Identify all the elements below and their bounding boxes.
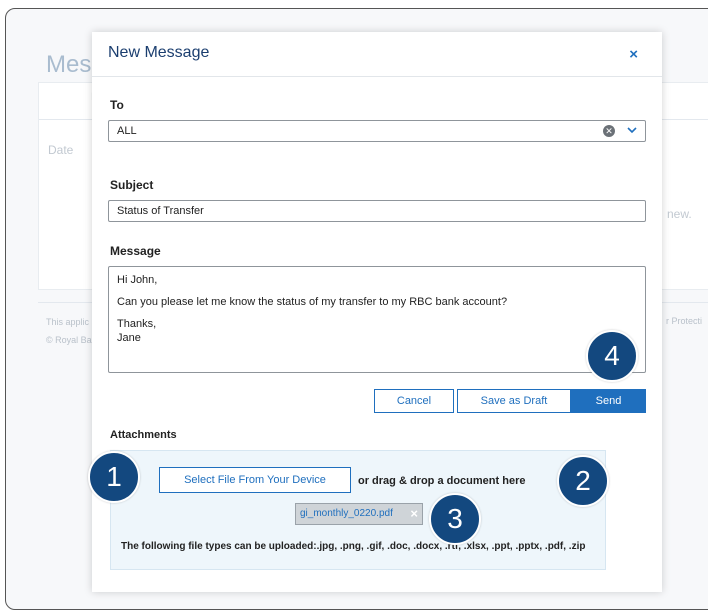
dialog-title: New Message	[108, 44, 210, 61]
dialog-header: New Message ×	[92, 32, 662, 77]
send-button[interactable]: Send	[571, 389, 646, 413]
attachment-dropzone[interactable]: Select File From Your Device or drag & d…	[110, 450, 606, 570]
message-line: Thanks,	[117, 318, 157, 330]
attached-file-name: gi_monthly_0220.pdf	[300, 508, 393, 519]
drag-drop-hint: or drag & drop a document here	[358, 475, 526, 487]
callout-badge-1: 1	[88, 451, 140, 503]
message-label: Message	[110, 244, 161, 258]
attached-file-chip: gi_monthly_0220.pdf ×	[295, 503, 423, 525]
attachments-label: Attachments	[110, 429, 177, 441]
callout-badge-4: 4	[586, 330, 638, 382]
remove-file-icon[interactable]: ×	[410, 504, 418, 524]
close-icon[interactable]: ×	[629, 46, 638, 63]
message-line: Hi John,	[117, 274, 158, 286]
background-date-header: Date	[48, 143, 74, 157]
background-footer-text: This applic	[46, 317, 90, 327]
to-value: ALL	[117, 125, 137, 137]
chevron-down-icon[interactable]	[627, 124, 637, 136]
message-line: Can you please let me know the status of…	[117, 296, 508, 308]
save-draft-button[interactable]: Save as Draft	[457, 389, 571, 413]
allowed-file-types: The following file types can be uploaded…	[121, 541, 586, 552]
callout-badge-3: 3	[429, 493, 481, 545]
to-select[interactable]: ALL ✕	[108, 120, 646, 142]
subject-label: Subject	[110, 178, 154, 192]
background-copyright: © Royal Ba	[46, 335, 92, 345]
message-line: Jane	[117, 332, 141, 344]
cancel-button[interactable]: Cancel	[374, 389, 454, 413]
background-page-title: Mes	[46, 51, 92, 78]
new-message-dialog: New Message × To ALL ✕ Subject Status of…	[92, 32, 662, 592]
subject-input[interactable]: Status of Transfer	[108, 200, 646, 222]
to-label: To	[110, 98, 124, 112]
clear-icon[interactable]: ✕	[603, 125, 615, 137]
callout-badge-2: 2	[557, 455, 609, 507]
select-file-button[interactable]: Select File From Your Device	[159, 467, 351, 493]
background-text: new.	[667, 207, 692, 221]
background-footer-link: r Protecti	[666, 316, 703, 326]
subject-value: Status of Transfer	[117, 205, 204, 217]
message-textarea[interactable]: Hi John, Can you please let me know the …	[108, 266, 646, 373]
